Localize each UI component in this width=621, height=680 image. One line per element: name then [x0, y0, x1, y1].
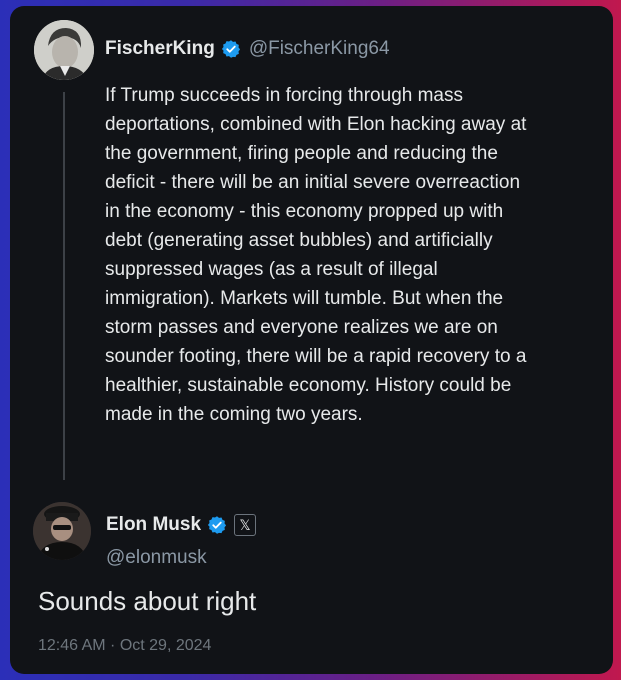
quoted-author-name[interactable]: FischerKing [105, 38, 215, 60]
reply-author-row: Elon Musk 𝕏 [106, 514, 257, 536]
fischerking-avatar[interactable] [34, 20, 94, 80]
verified-badge-icon [207, 516, 227, 534]
quoted-author-row: FischerKing @FischerKing64 [105, 38, 390, 60]
verified-badge-icon [221, 40, 240, 58]
elon-avatar[interactable] [33, 502, 91, 560]
thread-connector-line [63, 92, 65, 480]
reply-tweet-text: Sounds about right [38, 586, 257, 616]
x-affiliation-icon[interactable]: 𝕏 [234, 514, 257, 536]
quoted-tweet-text: If Trump succeeds in forcing through mas… [105, 85, 527, 425]
quoted-author-handle[interactable]: @FischerKing64 [249, 38, 390, 60]
tweet-timestamp[interactable]: 12:46 AM · Oct 29, 2024 [38, 637, 211, 655]
tweet-card: FischerKing @FischerKing64 If Trump succ… [10, 6, 613, 674]
reply-author-name[interactable]: Elon Musk [106, 514, 201, 536]
reply-author-handle[interactable]: @elonmusk [106, 547, 207, 569]
